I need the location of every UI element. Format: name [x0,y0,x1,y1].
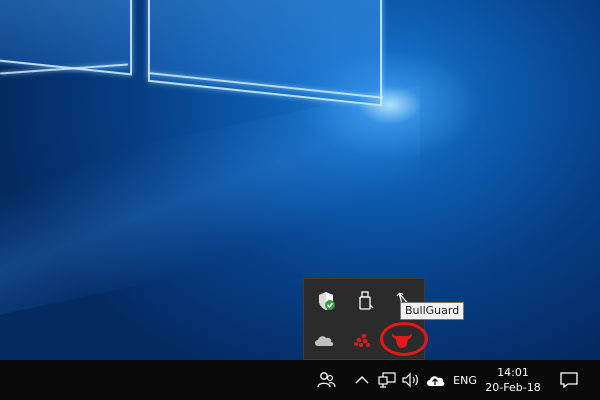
usb-drive-icon[interactable] [354,289,378,313]
action-center-button[interactable] [555,360,583,400]
clock-date: 20-Feb-18 [485,381,541,394]
chevron-up-icon [355,376,369,384]
onedrive-icon[interactable] [312,328,336,352]
wallpaper-pane-right [148,0,382,107]
notification-icon [560,372,578,388]
show-hidden-icons-button[interactable] [352,360,372,400]
clock[interactable]: 14:01 20-Feb-18 [484,360,542,400]
clock-time: 14:01 [497,366,529,379]
bullguard-tooltip: BullGuard [400,302,465,320]
red-dots-icon[interactable] [350,328,374,352]
volume-icon[interactable] [400,360,422,400]
windows-defender-icon[interactable] [314,289,338,313]
people-icon [317,372,336,388]
people-button[interactable] [312,360,340,400]
cloud-sync-icon[interactable] [424,360,446,400]
taskbar: ENG 14:01 20-Feb-18 [0,360,600,400]
highlight-circle [380,322,428,356]
language-indicator[interactable]: ENG [448,360,482,400]
desktop-wallpaper: BullGuard ENG 14:01 20-Feb-18 [0,0,600,400]
network-icon[interactable] [376,360,398,400]
